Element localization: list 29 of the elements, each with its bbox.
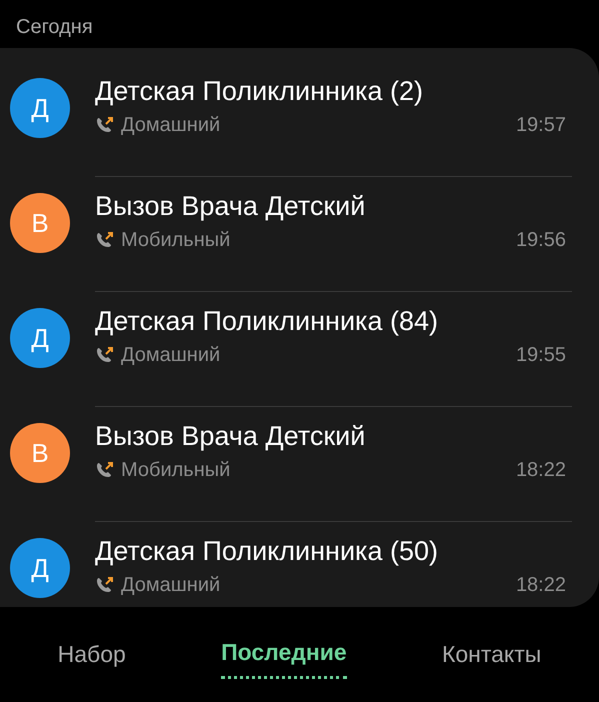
contact-name: Детская Поликлинника (84) (95, 305, 439, 337)
number-type: Мобильный (121, 458, 230, 483)
number-type: Домашний (121, 113, 220, 138)
number-type: Домашний (121, 343, 220, 368)
call-time: 19:57 (516, 113, 566, 138)
contact-avatar[interactable]: Д (10, 308, 70, 368)
outgoing-call-icon (95, 231, 115, 249)
tab[interactable]: Набор (58, 635, 126, 678)
contact-name: Вызов Врача Детский (95, 190, 366, 222)
tab[interactable]: Последние (221, 635, 347, 678)
contact-avatar[interactable]: В (10, 423, 70, 483)
number-type: Мобильный (121, 228, 230, 253)
call-time: 19:55 (516, 343, 566, 368)
contact-avatar[interactable]: В (10, 193, 70, 253)
section-title: Сегодня (15, 15, 94, 40)
contact-avatar[interactable]: Д (10, 538, 70, 598)
outgoing-call-icon (95, 576, 115, 594)
call-time: 19:56 (516, 228, 566, 253)
contact-avatar[interactable]: Д (10, 78, 70, 138)
outgoing-call-icon (95, 461, 115, 479)
number-type: Домашний (121, 573, 220, 598)
contact-name: Детская Поликлинника (50) (95, 535, 439, 567)
call-time: 18:22 (516, 458, 566, 483)
contact-name: Детская Поликлинника (2) (95, 75, 424, 107)
contact-name: Вызов Врача Детский (95, 420, 366, 452)
tab[interactable]: Контакты (442, 635, 542, 678)
outgoing-call-icon (95, 346, 115, 364)
call-time: 18:22 (516, 573, 566, 598)
outgoing-call-icon (95, 116, 115, 134)
